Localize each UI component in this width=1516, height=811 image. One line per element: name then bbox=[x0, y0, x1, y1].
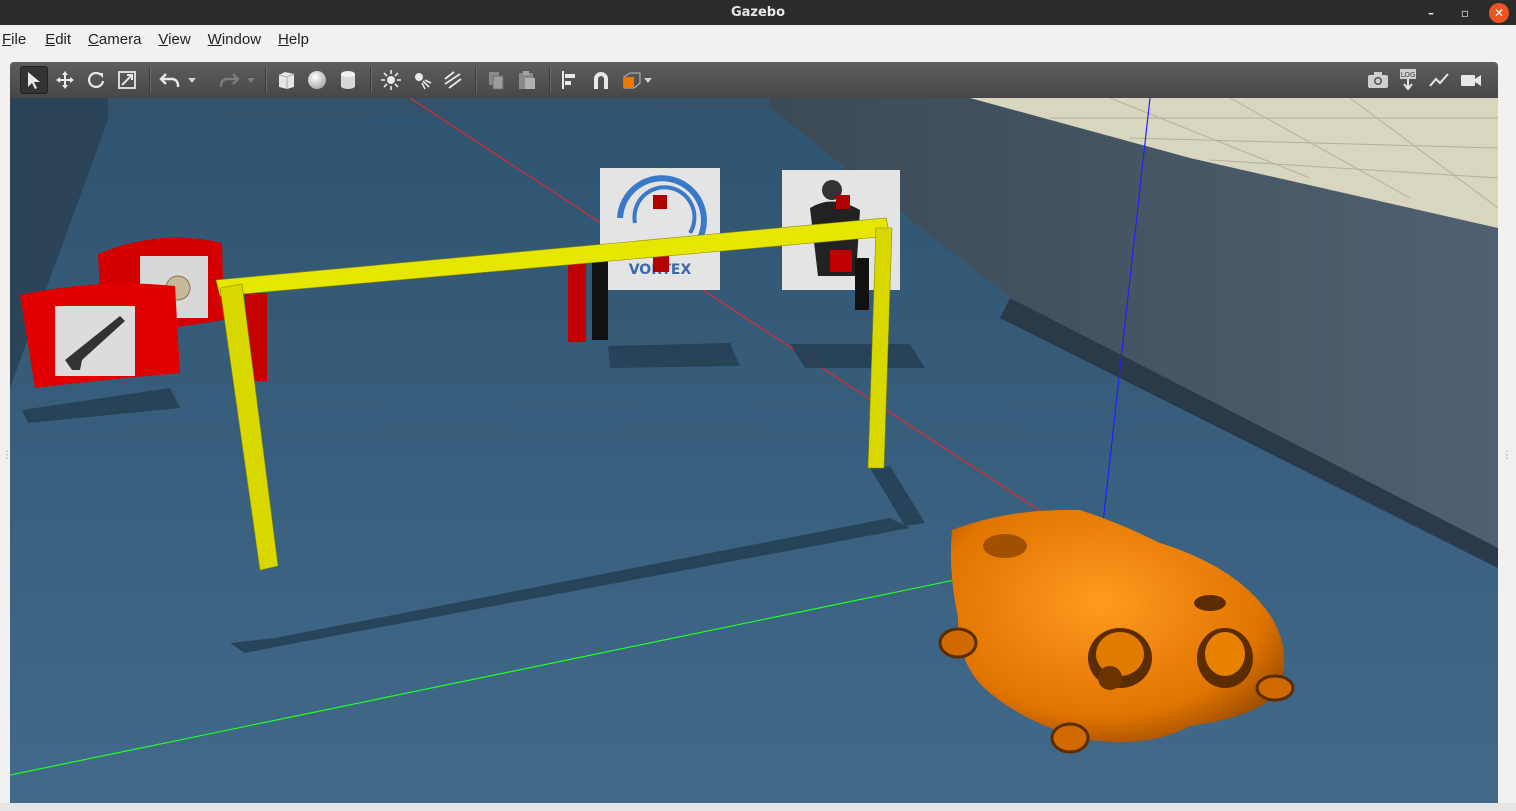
undo-button[interactable] bbox=[156, 66, 184, 94]
video-record-button[interactable] bbox=[1457, 66, 1485, 94]
close-button[interactable]: ✕ bbox=[1482, 0, 1516, 25]
menu-bar: File Edit Camera View Window Help bbox=[0, 25, 1516, 53]
right-panel-handle[interactable]: ⋮ bbox=[1502, 450, 1512, 466]
scale-icon bbox=[118, 71, 136, 89]
point-light-button[interactable] bbox=[377, 66, 405, 94]
minimize-icon: – bbox=[1428, 5, 1434, 20]
select-mode-button[interactable] bbox=[20, 66, 48, 94]
redo-dropdown-button[interactable] bbox=[246, 66, 256, 94]
log-label: LOG bbox=[1401, 71, 1416, 79]
screenshot-icon bbox=[1368, 72, 1388, 88]
copy-button[interactable] bbox=[482, 66, 510, 94]
insert-sphere-button[interactable] bbox=[303, 66, 331, 94]
view-angle-icon bbox=[623, 72, 641, 89]
toolbar-separator bbox=[265, 67, 267, 93]
menu-help[interactable]: Help bbox=[276, 31, 320, 48]
window-title: Gazebo bbox=[730, 5, 786, 20]
view-angle-button[interactable] bbox=[618, 66, 646, 94]
paste-icon bbox=[519, 71, 535, 89]
redo-button[interactable] bbox=[215, 66, 243, 94]
cylinder-shape-icon bbox=[341, 71, 355, 89]
toolbar-separator bbox=[475, 67, 477, 93]
scale-mode-button[interactable] bbox=[113, 66, 141, 94]
chevron-down-icon bbox=[644, 77, 652, 83]
menu-view[interactable]: View bbox=[156, 31, 201, 48]
menu-file[interactable]: File bbox=[0, 31, 37, 48]
spot-light-icon bbox=[415, 73, 432, 90]
close-icon: ✕ bbox=[1489, 2, 1509, 23]
log-button[interactable]: LOG bbox=[1395, 66, 1423, 94]
toolbar-separator bbox=[370, 67, 372, 93]
copy-icon bbox=[489, 72, 504, 90]
chevron-down-icon bbox=[188, 77, 196, 83]
snap-button[interactable] bbox=[587, 66, 615, 94]
maximize-icon: ▫ bbox=[1460, 5, 1470, 20]
sphere-shape-icon bbox=[308, 71, 326, 89]
point-light-icon bbox=[381, 70, 401, 90]
video-record-icon bbox=[1461, 75, 1481, 86]
box-shape-icon bbox=[278, 72, 295, 89]
window-controls: – ▫ ✕ bbox=[1414, 0, 1516, 25]
menu-camera[interactable]: Camera bbox=[86, 31, 152, 48]
left-panel-handle[interactable]: ⋮ bbox=[2, 450, 12, 466]
rotate-mode-button[interactable] bbox=[82, 66, 110, 94]
chevron-down-icon bbox=[247, 77, 255, 83]
minimize-button[interactable]: – bbox=[1414, 0, 1448, 25]
window-title-bar: Gazebo – ▫ ✕ bbox=[0, 0, 1516, 25]
directional-light-button[interactable] bbox=[439, 66, 467, 94]
insert-cylinder-button[interactable] bbox=[334, 66, 362, 94]
scene-render: VORTEX bbox=[10, 98, 1498, 803]
undo-icon bbox=[159, 73, 180, 87]
screenshot-button[interactable] bbox=[1364, 66, 1392, 94]
toolbar-right-group: LOG bbox=[1364, 66, 1488, 94]
redo-icon bbox=[219, 73, 240, 87]
toolbar-separator bbox=[549, 67, 551, 93]
align-icon bbox=[562, 71, 575, 89]
target-shadow-mid bbox=[608, 343, 740, 368]
toolbar: LOG bbox=[10, 62, 1498, 98]
bottom-status-strip bbox=[0, 803, 1516, 811]
paste-button[interactable] bbox=[513, 66, 541, 94]
translate-mode-button[interactable] bbox=[51, 66, 79, 94]
menu-window[interactable]: Window bbox=[206, 31, 272, 48]
target-left-front bbox=[20, 283, 180, 388]
plot-button[interactable] bbox=[1426, 66, 1454, 94]
spot-light-button[interactable] bbox=[408, 66, 436, 94]
select-arrow-icon bbox=[28, 72, 40, 89]
insert-box-button[interactable] bbox=[272, 66, 300, 94]
undo-dropdown-button[interactable] bbox=[187, 66, 197, 94]
maximize-button[interactable]: ▫ bbox=[1448, 0, 1482, 25]
translate-icon bbox=[56, 71, 74, 89]
directional-light-icon bbox=[444, 71, 462, 89]
toolbar-separator bbox=[149, 67, 151, 93]
log-icon: LOG bbox=[1400, 69, 1416, 91]
snap-icon bbox=[594, 72, 608, 89]
align-button[interactable] bbox=[556, 66, 584, 94]
rotate-icon bbox=[88, 71, 105, 88]
scene-viewport[interactable]: VORTEX bbox=[10, 98, 1498, 803]
plot-icon bbox=[1429, 73, 1449, 87]
view-angle-dropdown-button[interactable] bbox=[643, 66, 653, 94]
target-shadow-right bbox=[790, 344, 925, 368]
menu-edit[interactable]: Edit bbox=[43, 31, 82, 48]
